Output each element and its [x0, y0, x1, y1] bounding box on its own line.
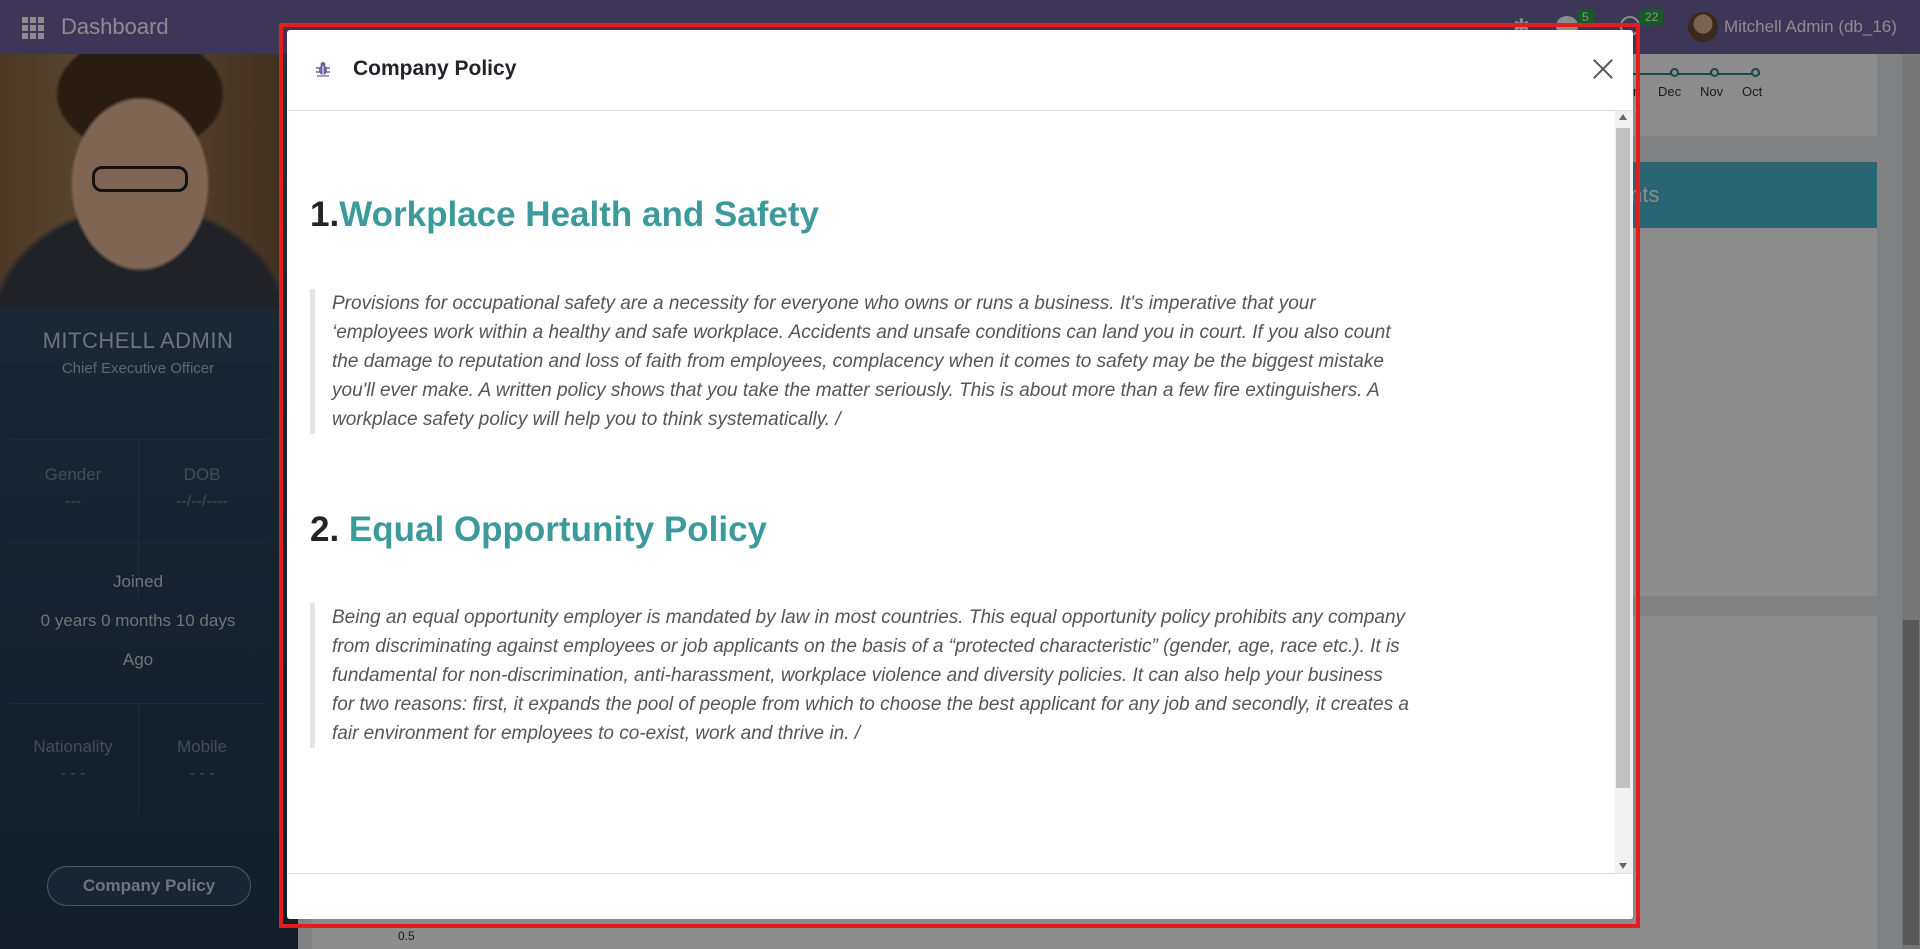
policy-title: Equal Opportunity Policy — [348, 510, 768, 549]
scroll-down-arrow-icon[interactable] — [1619, 863, 1627, 869]
dialog-footer — [287, 873, 1633, 919]
policy-number: 2. — [310, 510, 349, 549]
dialog-title: Company Policy — [353, 57, 517, 80]
policy-heading: 1.Workplace Health and Safety — [310, 195, 819, 235]
dialog-header: Company Policy — [287, 30, 1633, 111]
dialog-scrollbar-thumb[interactable] — [1616, 128, 1630, 788]
company-policy-dialog: Company Policy 1.Workplace Health and Sa… — [287, 30, 1633, 919]
policy-text: Provisions for occupational safety are a… — [310, 289, 1410, 434]
policy-title: Workplace Health and Safety — [339, 195, 819, 234]
scroll-up-arrow-icon[interactable] — [1619, 114, 1627, 120]
policy-text: Being an equal opportunity employer is m… — [310, 603, 1410, 748]
bug-icon — [316, 62, 330, 77]
dialog-body: 1.Workplace Health and Safety Provisions… — [287, 111, 1615, 873]
policy-heading: 2. Equal Opportunity Policy — [310, 510, 767, 550]
close-icon[interactable] — [1588, 54, 1618, 84]
policy-number: 1. — [310, 195, 340, 234]
